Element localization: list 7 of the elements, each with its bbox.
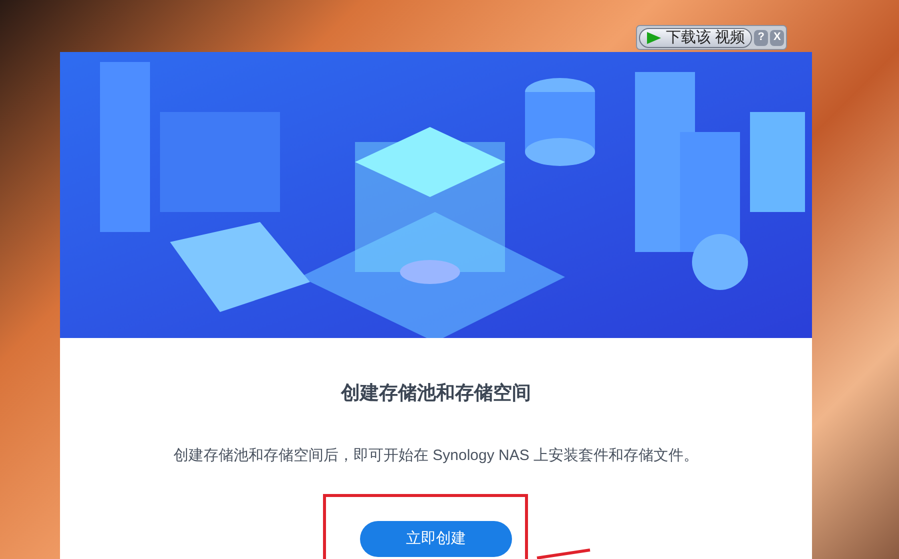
- play-icon: [646, 30, 662, 44]
- dialog-description: 创建存储池和存储空间后，即可开始在 Synology NAS 上安装套件和存储文件。: [173, 446, 699, 466]
- close-button[interactable]: X: [770, 30, 784, 46]
- dialog-title: 创建存储池和存储空间: [341, 382, 531, 406]
- download-video-button[interactable]: 下载该 视频: [639, 28, 752, 48]
- help-button[interactable]: ?: [754, 30, 768, 46]
- create-now-button[interactable]: 立即创建: [360, 521, 512, 557]
